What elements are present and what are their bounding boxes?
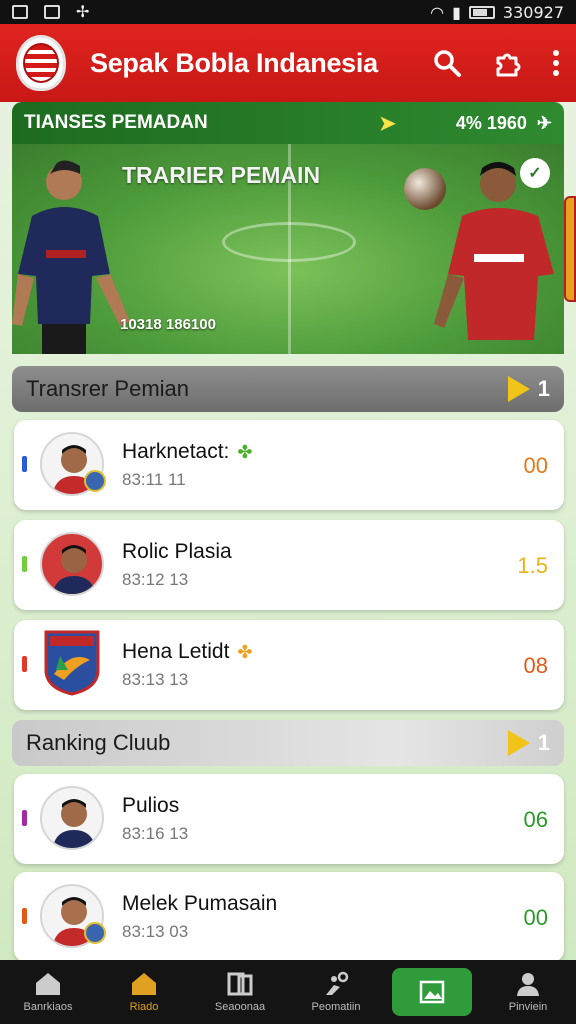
item-time: 83:16 13 bbox=[122, 824, 189, 843]
banner-header-title: TIANSES PEMADAN bbox=[24, 112, 208, 133]
image-notification-icon bbox=[44, 5, 60, 19]
house-icon bbox=[132, 973, 156, 995]
share-icon[interactable]: ✈ bbox=[537, 113, 552, 134]
nav-item-radio[interactable]: Riado bbox=[96, 960, 192, 1024]
banner-date: 10318 186100 bbox=[120, 316, 216, 333]
bottom-nav: Banrkiaos Riado Seaoonaa Peomatiin Pinvi… bbox=[0, 960, 576, 1024]
accent-marker bbox=[22, 810, 27, 826]
nav-label: Riado bbox=[129, 1001, 159, 1013]
signal-icon: ▮ bbox=[452, 2, 461, 22]
banner-header: TIANSES PEMADAN ➤ 4% 1960 ✈ bbox=[12, 102, 564, 144]
avatar bbox=[40, 786, 104, 850]
football-image bbox=[404, 168, 446, 210]
section-title: Transrer Pemian bbox=[26, 376, 190, 401]
accent-marker bbox=[22, 456, 27, 472]
nav-item-gallery[interactable] bbox=[384, 960, 480, 1024]
app-title: Sepak Bobla Indanesia bbox=[90, 47, 378, 78]
item-time: 83:13 13 bbox=[122, 670, 189, 689]
nav-item-home[interactable]: Banrkiaos bbox=[0, 960, 96, 1024]
usb-icon: ✢ bbox=[76, 4, 90, 21]
item-value: 00 bbox=[523, 905, 548, 930]
home-icon bbox=[36, 973, 60, 995]
flag-icon bbox=[507, 730, 530, 756]
nav-label: Peomatiin bbox=[311, 1001, 361, 1013]
item-time: 83:11 11 bbox=[122, 470, 186, 489]
item-value: 00 bbox=[523, 453, 548, 478]
section-header-transfer[interactable]: Transrer Pemian 1 bbox=[12, 366, 564, 412]
wifi-icon: ◠ bbox=[430, 2, 445, 22]
club-badge-icon bbox=[84, 922, 106, 944]
item-name: Rolic Plasia bbox=[122, 540, 232, 563]
leaf-icon: ✤ bbox=[237, 642, 253, 662]
banner-title: TRARIER PEMAIN bbox=[122, 162, 321, 188]
banner-counter: 4% 1960 bbox=[455, 112, 527, 133]
nav-label: Pinviein bbox=[508, 1001, 548, 1013]
item-time: 83:13 03 bbox=[122, 922, 189, 941]
nav-item-season[interactable]: Seaoonaa bbox=[192, 960, 288, 1024]
app-bar: Sepak Bobla Indanesia bbox=[0, 24, 576, 102]
banner-image: TRARIER PEMAIN 10318 186100 ✓ bbox=[12, 144, 564, 354]
item-time: 83:12 13 bbox=[122, 570, 189, 589]
cards-icon bbox=[227, 972, 253, 996]
status-bar: ✢ ◠ ▮ 330927 bbox=[0, 0, 576, 24]
nav-item-profile[interactable]: Pinviein bbox=[480, 960, 576, 1024]
section-title: Ranking Cluub bbox=[26, 730, 171, 755]
club-logo bbox=[16, 35, 66, 91]
accent-marker bbox=[22, 656, 27, 672]
item-name: Melek Pumasain bbox=[122, 892, 278, 915]
item-name: Hena Letidt ✤ bbox=[122, 640, 253, 663]
nav-label: Seaoonaa bbox=[214, 1001, 266, 1013]
puzzle-icon[interactable] bbox=[492, 48, 522, 78]
flag-icon bbox=[507, 376, 530, 402]
item-value: 06 bbox=[523, 807, 548, 832]
search-icon[interactable] bbox=[432, 48, 462, 78]
list-item[interactable]: Rolic Plasia 83:12 13 1.5 bbox=[14, 520, 564, 610]
item-name: Pulios bbox=[122, 794, 180, 817]
image-icon bbox=[419, 980, 445, 1004]
list-item[interactable]: Melek Pumasain 83:13 03 00 bbox=[14, 872, 564, 962]
avatar bbox=[40, 532, 104, 596]
list-item[interactable]: Hena Letidt ✤ 83:13 13 08 bbox=[14, 620, 564, 710]
list-item[interactable]: Harknetact: ✤ 83:11 11 00 bbox=[14, 420, 564, 510]
section-count: 1 bbox=[537, 730, 550, 755]
accent-marker bbox=[22, 556, 27, 572]
battery-icon bbox=[468, 5, 495, 19]
club-badge-icon bbox=[84, 470, 106, 492]
section-header-ranking[interactable]: Ranking Cluub 1 bbox=[12, 720, 564, 766]
more-options-icon[interactable] bbox=[552, 48, 560, 78]
nav-item-formation[interactable]: Peomatiin bbox=[288, 960, 384, 1024]
list-item[interactable]: Pulios 83:16 13 06 bbox=[14, 774, 564, 864]
player-kick-icon bbox=[326, 971, 349, 995]
section-count: 1 bbox=[537, 376, 550, 401]
item-name: Harknetact: ✤ bbox=[122, 440, 253, 463]
banner-check-icon[interactable]: ✓ bbox=[520, 158, 550, 188]
pin-icon[interactable]: ➤ bbox=[379, 111, 396, 136]
notification-icon bbox=[12, 5, 28, 19]
nav-label: Banrkiaos bbox=[23, 1001, 73, 1013]
item-value: 08 bbox=[523, 653, 548, 678]
item-value: 1.5 bbox=[517, 553, 548, 578]
status-time: 330927 bbox=[502, 2, 564, 22]
accent-marker bbox=[22, 908, 27, 924]
club-crest-icon bbox=[44, 630, 100, 696]
featured-banner[interactable]: TIANSES PEMADAN ➤ 4% 1960 ✈ TRARIER PEMA… bbox=[12, 102, 564, 354]
profile-icon bbox=[517, 973, 539, 996]
side-drawer-handle[interactable] bbox=[564, 196, 576, 302]
leaf-icon: ✤ bbox=[237, 442, 253, 462]
